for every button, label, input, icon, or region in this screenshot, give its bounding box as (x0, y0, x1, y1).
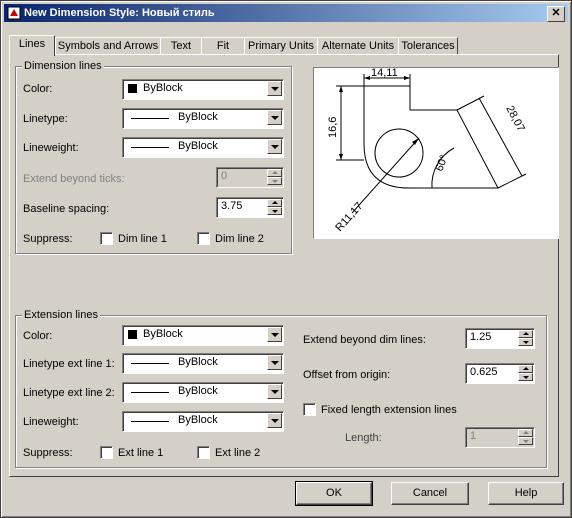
chevron-down-icon[interactable] (267, 384, 282, 399)
baseline-spacing-value: 3.75 (221, 200, 243, 212)
fixed-length-checkbox[interactable] (303, 403, 316, 416)
tab-alternate-units[interactable]: Alternate Units (317, 37, 399, 55)
baseline-spacing-spinner[interactable]: 3.75 (216, 197, 284, 218)
tab-text[interactable]: Text (160, 37, 202, 55)
color-swatch (128, 330, 137, 339)
hole-circle (374, 128, 424, 178)
tab-tolerances[interactable]: Tolerances (398, 37, 458, 55)
preview-dim-angle: 60° (434, 153, 451, 173)
color-swatch (128, 84, 137, 93)
help-button[interactable]: Help (488, 482, 564, 505)
spin-up-icon[interactable] (518, 330, 533, 338)
ext-line-2-checkbox[interactable] (197, 446, 210, 459)
ext-linetype-2-value: ByBlock (178, 385, 218, 397)
chevron-down-icon[interactable] (267, 139, 282, 154)
line-sample (131, 118, 169, 119)
extend-beyond-ticks-label: Extend beyond ticks: (23, 173, 125, 185)
ok-button[interactable]: OK (295, 481, 373, 506)
dim-linetype-value: ByBlock (178, 111, 218, 123)
window-title: New Dimension Style: Новый стиль (24, 7, 215, 19)
ext-linetype-2-select[interactable]: ByBlock (122, 382, 284, 403)
tab-fit[interactable]: Fit (201, 37, 245, 55)
preview-pane: 14,11 16,6 28,07 60° R11,17 (313, 67, 559, 239)
ext-linetype-1-select[interactable]: ByBlock (122, 353, 284, 374)
dim-line-2-label[interactable]: Dim line 2 (215, 233, 264, 245)
tab-primary-units[interactable]: Primary Units (244, 37, 318, 55)
ext-color-value: ByBlock (143, 328, 183, 340)
offset-from-origin-spinner[interactable]: 0.625 (465, 363, 535, 384)
ext-suppress-label: Suppress: (23, 447, 73, 459)
line-sample (131, 421, 169, 422)
spin-down-icon[interactable] (518, 338, 533, 346)
spin-up-icon[interactable] (518, 429, 533, 437)
close-icon: ✕ (551, 7, 561, 19)
dialog-window: New Dimension Style: Новый стиль ✕ Lines… (0, 0, 572, 518)
tab-lines[interactable]: Lines (9, 35, 55, 56)
length-value: 1 (470, 430, 477, 442)
dim-lineweight-label: Lineweight: (23, 142, 79, 154)
chevron-down-icon[interactable] (267, 327, 282, 342)
dim-lineweight-value: ByBlock (178, 140, 218, 152)
close-button[interactable]: ✕ (547, 6, 565, 22)
chevron-down-icon[interactable] (267, 81, 282, 96)
length-spinner[interactable]: 1 (465, 427, 535, 448)
ext-line-1-label[interactable]: Ext line 1 (118, 447, 163, 459)
ext-lineweight-label: Lineweight: (23, 416, 79, 428)
dim-line-1-checkbox[interactable] (100, 232, 113, 245)
chevron-down-icon[interactable] (267, 355, 282, 370)
ext-lineweight-value: ByBlock (178, 414, 218, 426)
ext-color-label: Color: (23, 330, 53, 342)
dim-color-value: ByBlock (143, 82, 183, 94)
extension-lines-legend: Extension lines (22, 309, 100, 321)
spin-down-icon[interactable] (518, 437, 533, 445)
spin-down-icon[interactable] (267, 177, 282, 185)
extend-beyond-ticks-value: 0 (221, 170, 228, 182)
spin-down-icon[interactable] (518, 373, 533, 381)
spin-up-icon[interactable] (267, 199, 282, 207)
preview-dim-left: 16,6 (327, 117, 339, 138)
preview-dim-right: 28,07 (503, 104, 527, 134)
length-label: Length: (345, 432, 382, 444)
app-icon (7, 6, 21, 20)
ext-linetype-2-label: Linetype ext line 2: (23, 387, 115, 399)
dim-color-label: Color: (23, 83, 53, 95)
ext-linetype-1-value: ByBlock (178, 356, 218, 368)
spin-up-icon[interactable] (518, 365, 533, 373)
ext-linetype-1-label: Linetype ext line 1: (23, 358, 115, 370)
line-sample (131, 147, 169, 148)
chevron-down-icon[interactable] (267, 413, 282, 428)
line-sample (131, 363, 169, 364)
dim-suppress-label: Suppress: (23, 233, 73, 245)
line-sample (131, 392, 169, 393)
dimension-lines-legend: Dimension lines (22, 60, 104, 72)
preview-dim-radius: R11,17 (333, 200, 365, 234)
dim-linetype-label: Linetype: (23, 113, 68, 125)
spin-up-icon[interactable] (267, 169, 282, 177)
spin-down-icon[interactable] (267, 207, 282, 215)
chevron-down-icon[interactable] (267, 110, 282, 125)
part-outline (363, 85, 499, 189)
ext-lineweight-select[interactable]: ByBlock (122, 411, 284, 432)
ext-line-2-label[interactable]: Ext line 2 (215, 447, 260, 459)
cancel-button[interactable]: Cancel (391, 482, 469, 505)
tab-symbols-and-arrows[interactable]: Symbols and Arrows (55, 37, 161, 55)
extend-beyond-dim-lines-spinner[interactable]: 1.25 (465, 328, 535, 349)
dim-lineweight-select[interactable]: ByBlock (122, 137, 284, 158)
dim-line-2-checkbox[interactable] (197, 232, 210, 245)
extend-beyond-ticks-spinner[interactable]: 0 (216, 167, 284, 188)
ext-line-1-checkbox[interactable] (100, 446, 113, 459)
baseline-spacing-label: Baseline spacing: (23, 203, 110, 215)
preview-dim-top: 14,11 (371, 68, 398, 79)
extend-beyond-dim-lines-value: 1.25 (470, 331, 492, 343)
preview-drawing: 14,11 16,6 28,07 60° R11,17 (327, 67, 527, 234)
ext-color-select[interactable]: ByBlock (122, 325, 284, 346)
offset-from-origin-label: Offset from origin: (303, 369, 391, 381)
title-bar[interactable]: New Dimension Style: Новый стиль ✕ (4, 4, 568, 22)
extend-beyond-dim-lines-label: Extend beyond dim lines: (303, 334, 426, 346)
dim-linetype-select[interactable]: ByBlock (122, 108, 284, 129)
offset-from-origin-value: 0.625 (470, 366, 498, 378)
dim-line-1-label[interactable]: Dim line 1 (118, 233, 167, 245)
fixed-length-label[interactable]: Fixed length extension lines (321, 404, 457, 416)
dim-color-select[interactable]: ByBlock (122, 79, 284, 100)
